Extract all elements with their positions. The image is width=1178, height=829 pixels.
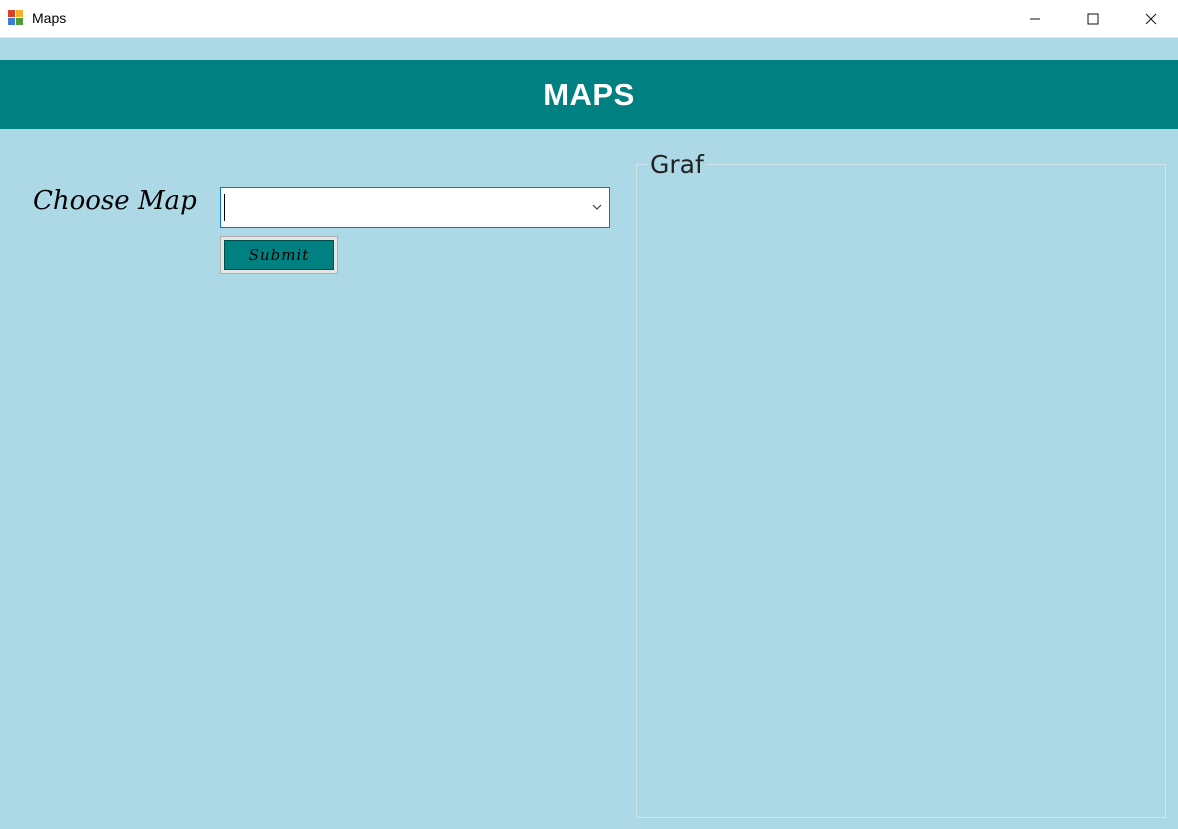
chevron-down-icon[interactable] [591, 201, 603, 213]
app-icon [8, 10, 24, 26]
window-title: Maps [32, 10, 67, 26]
submit-button[interactable]: Submit [224, 240, 334, 270]
graph-groupbox [636, 164, 1166, 818]
graph-groupbox-title: Graf [648, 150, 706, 179]
maximize-icon [1087, 13, 1099, 25]
text-cursor [224, 194, 225, 221]
close-button[interactable] [1122, 0, 1178, 38]
minimize-icon [1030, 18, 1040, 20]
maximize-button[interactable] [1064, 0, 1122, 38]
page-title: MAPS [543, 76, 635, 112]
minimize-button[interactable] [1006, 0, 1064, 38]
choose-map-label: Choose Map [33, 186, 197, 216]
window-titlebar: Maps [0, 0, 1178, 38]
header-banner: MAPS [0, 60, 1178, 129]
submit-button-frame: Submit [220, 236, 338, 274]
map-select[interactable] [220, 187, 610, 228]
close-icon [1145, 13, 1157, 25]
